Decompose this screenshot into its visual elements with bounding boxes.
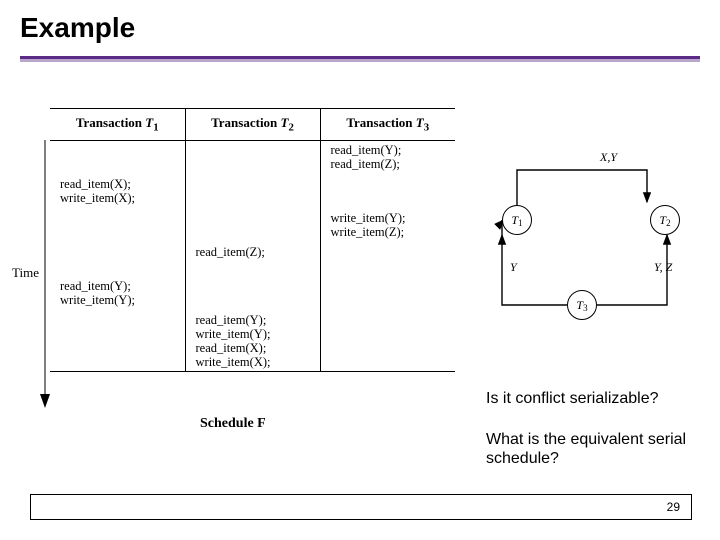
cell: read_item(Y);write_item(Y); <box>50 277 185 311</box>
graph-node-t3: T3 <box>567 290 597 320</box>
slide: Example Time Transaction T1 Transaction … <box>0 0 720 540</box>
table-row: read_item(Y);write_item(Y); <box>50 277 455 311</box>
cell: read_item(X);write_item(X); <box>50 175 185 209</box>
cell: read_item(Y);read_item(Z); <box>320 140 455 175</box>
cell <box>185 140 320 175</box>
schedule-table: Transaction T1 Transaction T2 Transactio… <box>50 108 455 372</box>
cell: write_item(Y);write_item(Z); <box>320 209 455 243</box>
table-row: read_item(Z); <box>50 243 455 277</box>
cell <box>185 175 320 209</box>
rule-bottom <box>20 59 700 62</box>
schedule-caption: Schedule F <box>200 416 266 432</box>
title-rule <box>20 56 700 62</box>
cell <box>185 277 320 311</box>
table-row: read_item(X);write_item(X); <box>50 175 455 209</box>
table-row: write_item(Y);write_item(Z); <box>50 209 455 243</box>
question-2: What is the equivalent serial schedule? <box>486 430 696 468</box>
cell <box>50 209 185 243</box>
question-1: Is it conflict serializable? <box>486 390 659 408</box>
cell <box>320 311 455 372</box>
edge-label-t1-t2: X,Y <box>600 150 617 165</box>
col-header-t1: Transaction T1 <box>50 109 185 141</box>
col-header-t3: Transaction T3 <box>320 109 455 141</box>
cell <box>320 277 455 311</box>
graph-node-t2: T2 <box>650 205 680 235</box>
cell: read_item(Z); <box>185 243 320 277</box>
schedule-body: read_item(Y);read_item(Z); read_item(X);w… <box>50 140 455 371</box>
table-header-row: Transaction T1 Transaction T2 Transactio… <box>50 109 455 141</box>
edge-label-t3-t1: Y <box>510 260 517 275</box>
cell <box>185 209 320 243</box>
cell <box>50 140 185 175</box>
table-row: read_item(Y);read_item(Z); <box>50 140 455 175</box>
slide-title: Example <box>20 12 135 44</box>
edge-label-t3-t2: Y, Z <box>654 260 672 275</box>
time-arrow-icon <box>40 140 50 410</box>
cell <box>50 243 185 277</box>
cell <box>320 175 455 209</box>
page-number: 29 <box>667 500 680 514</box>
graph-node-t1: T1 <box>502 205 532 235</box>
col-header-t2: Transaction T2 <box>185 109 320 141</box>
cell <box>50 311 185 372</box>
cell <box>320 243 455 277</box>
precedence-graph: T1 T2 T3 X,Y Y Y, Z <box>482 140 702 340</box>
footer-box <box>30 494 692 520</box>
cell: read_item(Y);write_item(Y);read_item(X);… <box>185 311 320 372</box>
table-row: read_item(Y);write_item(Y);read_item(X);… <box>50 311 455 372</box>
time-axis-label: Time <box>12 265 39 281</box>
